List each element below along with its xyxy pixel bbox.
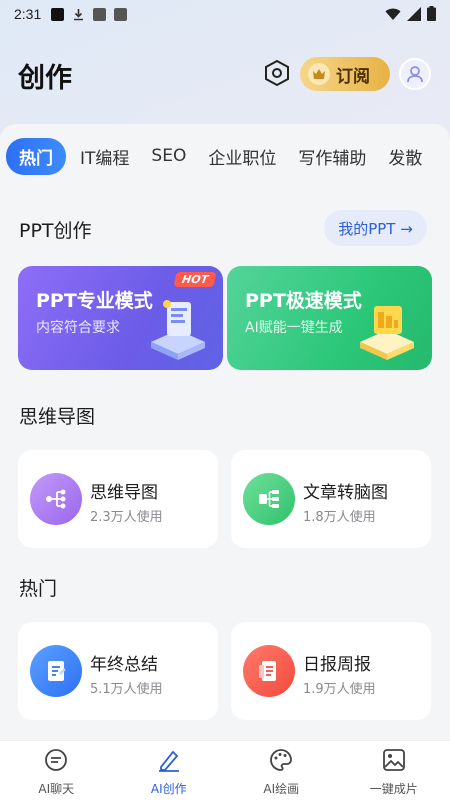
avatar[interactable] — [399, 58, 431, 90]
signal-icon — [407, 6, 421, 25]
nav-one-click-video[interactable]: 一键成片 — [338, 741, 450, 800]
nav-label: 一键成片 — [369, 781, 418, 796]
subscribe-label: 订阅 — [336, 66, 370, 87]
tool-title: 年终总结 — [90, 655, 158, 675]
tab-it-programming[interactable]: IT编程 — [80, 144, 129, 169]
year-end-summary-card[interactable]: 年终总结 5.1万人使用 — [18, 622, 218, 720]
content-panel: 热门 IT编程 SEO 企业职位 写作辅助 发散 PPT创作 我的PPT → P… — [0, 124, 450, 740]
chat-icon — [43, 747, 69, 777]
wifi-icon — [385, 7, 401, 25]
status-time: 2:31 — [14, 6, 42, 22]
subscribe-button[interactable]: 订阅 — [300, 57, 390, 91]
card-subtitle: 内容符合要求 — [36, 320, 120, 336]
section-title-mindmap: 思维导图 — [19, 406, 96, 428]
presentation-board-icon — [360, 306, 414, 360]
nav-label: AI绘画 — [263, 781, 300, 796]
section-title-ppt: PPT创作 — [19, 220, 92, 242]
tool-title: 思维导图 — [90, 483, 158, 503]
ppt-pro-mode-card[interactable]: PPT专业模式 内容符合要求 HOT — [18, 266, 223, 370]
palette-icon — [268, 747, 294, 777]
my-ppt-button[interactable]: 我的PPT → — [324, 210, 427, 246]
header: 创作 订阅 — [0, 52, 450, 96]
document-edit-icon — [30, 645, 82, 697]
tab-writing-assist[interactable]: 写作辅助 — [298, 144, 366, 169]
article-mindmap-icon — [243, 473, 295, 525]
article-to-mindmap-card[interactable]: 文章转脑图 1.8万人使用 — [231, 450, 431, 548]
battery-icon — [427, 6, 436, 25]
tool-usage: 5.1万人使用 — [90, 682, 163, 697]
daily-weekly-report-card[interactable]: 日报周报 1.9万人使用 — [231, 622, 431, 720]
nav-label: AI创作 — [150, 781, 187, 796]
tab-divergent[interactable]: 发散 — [388, 144, 422, 169]
tool-usage: 2.3万人使用 — [90, 510, 163, 525]
mindmap-card[interactable]: 思维导图 2.3万人使用 — [18, 450, 218, 548]
image-icon — [381, 747, 407, 777]
bottom-nav: AI聊天 AI创作 AI绘画 一键成片 — [0, 740, 450, 800]
app-notification-icon — [93, 7, 107, 21]
card-subtitle: AI赋能一键生成 — [245, 320, 343, 336]
nav-label: AI聊天 — [38, 781, 75, 796]
tab-seo[interactable]: SEO — [151, 146, 186, 166]
pen-icon — [156, 747, 182, 777]
tool-title: 文章转脑图 — [303, 483, 388, 503]
card-title: PPT极速模式 — [245, 290, 362, 312]
card-title: PPT专业模式 — [36, 290, 153, 312]
document-stack-icon — [151, 300, 205, 360]
status-bar: 2:31 — [0, 0, 450, 28]
settings-hexagon-icon[interactable] — [262, 58, 292, 88]
tab-hot[interactable]: 热门 — [6, 137, 66, 175]
app-notification-icon-2 — [114, 7, 128, 21]
tool-usage: 1.8万人使用 — [303, 510, 376, 525]
ppt-fast-mode-card[interactable]: PPT极速模式 AI赋能一键生成 — [227, 266, 432, 370]
nav-ai-create[interactable]: AI创作 — [113, 741, 226, 800]
report-icon — [243, 645, 295, 697]
notification-icon — [51, 7, 65, 21]
page-title: 创作 — [18, 63, 72, 94]
crown-icon — [308, 63, 330, 85]
tab-enterprise-jobs[interactable]: 企业职位 — [208, 144, 276, 169]
tool-usage: 1.9万人使用 — [303, 682, 376, 697]
section-title-hot: 热门 — [19, 578, 58, 600]
download-icon — [72, 8, 85, 21]
mindmap-icon — [30, 473, 82, 525]
hot-badge: HOT — [173, 272, 217, 287]
nav-ai-paint[interactable]: AI绘画 — [225, 741, 338, 800]
category-tabs: 热门 IT编程 SEO 企业职位 写作辅助 发散 — [0, 136, 450, 176]
tool-title: 日报周报 — [303, 655, 371, 675]
nav-ai-chat[interactable]: AI聊天 — [0, 741, 113, 800]
